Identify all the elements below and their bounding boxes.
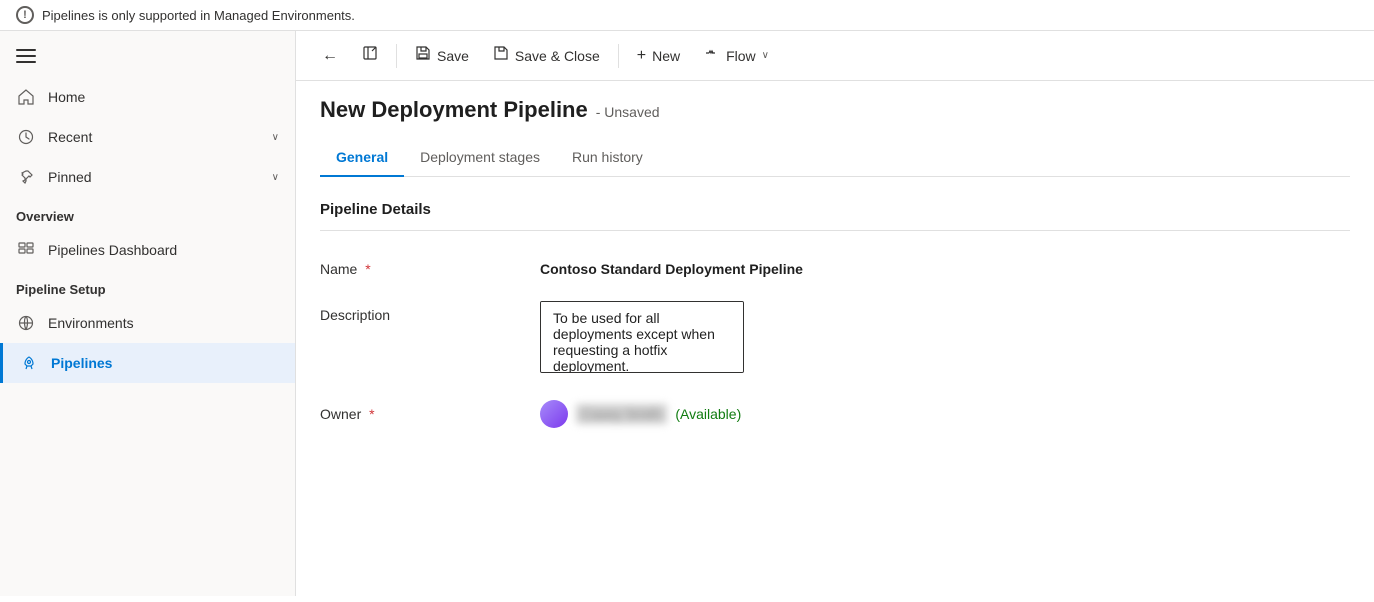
description-field: Description — [320, 301, 1350, 376]
flow-chevron-icon: ∨ — [762, 50, 769, 61]
top-banner: ! Pipelines is only supported in Managed… — [0, 0, 1374, 31]
owner-field: Owner * Casey Smith (Available) — [320, 400, 1350, 428]
sidebar-item-pinned[interactable]: Pinned ∨ — [0, 157, 295, 197]
owner-avatar — [540, 400, 568, 428]
pin-icon — [16, 167, 36, 187]
toolbar-divider-1 — [396, 44, 397, 68]
hamburger-button[interactable] — [0, 39, 295, 73]
new-button[interactable]: + New — [627, 41, 690, 71]
save-close-button[interactable]: Save & Close — [483, 39, 610, 72]
save-close-icon — [493, 45, 509, 66]
toolbar: ← Save — [296, 31, 1374, 81]
hamburger-icon — [16, 49, 36, 63]
back-icon: ← — [322, 47, 338, 65]
setup-header: Pipeline Setup — [0, 270, 295, 303]
pipelines-label: Pipelines — [51, 355, 112, 371]
name-value: Contoso Standard Deployment Pipeline — [540, 255, 1350, 277]
environments-label: Environments — [48, 315, 134, 331]
form-divider — [320, 230, 1350, 231]
page-header: New Deployment Pipeline - Unsaved Genera… — [296, 81, 1374, 177]
clock-icon — [16, 127, 36, 147]
back-button[interactable]: ← — [312, 41, 348, 71]
description-textarea-wrapper — [540, 301, 1350, 376]
sidebar-item-recent[interactable]: Recent ∨ — [0, 117, 295, 157]
dashboard-icon — [16, 240, 36, 260]
sidebar-item-environments[interactable]: Environments — [0, 303, 295, 343]
recent-chevron-icon: ∨ — [272, 132, 279, 143]
tab-general[interactable]: General — [320, 139, 404, 177]
page-title-row: New Deployment Pipeline - Unsaved — [320, 97, 1350, 123]
main-content: ← Save — [296, 31, 1374, 596]
description-textarea[interactable] — [540, 301, 744, 373]
save-label: Save — [437, 48, 469, 64]
sidebar: Home Recent ∨ — [0, 31, 296, 596]
recent-label: Recent — [48, 129, 92, 145]
pinned-chevron-icon: ∨ — [272, 172, 279, 183]
page-title: New Deployment Pipeline — [320, 97, 588, 123]
save-button[interactable]: Save — [405, 39, 479, 72]
tab-run-history[interactable]: Run history — [556, 139, 659, 177]
info-icon: ! — [16, 6, 34, 24]
owner-required-indicator: * — [369, 406, 374, 422]
save-close-label: Save & Close — [515, 48, 600, 64]
section-title: Pipeline Details — [320, 201, 1350, 218]
banner-message: Pipelines is only supported in Managed E… — [42, 8, 355, 23]
owner-name: Casey Smith — [576, 404, 667, 424]
open-icon — [362, 45, 378, 66]
owner-status: (Available) — [675, 406, 741, 422]
flow-icon — [704, 45, 720, 66]
home-icon — [16, 87, 36, 107]
save-icon — [415, 45, 431, 66]
home-label: Home — [48, 89, 85, 105]
pinned-label: Pinned — [48, 169, 92, 185]
rocket-icon — [19, 353, 39, 373]
flow-button[interactable]: Flow ∨ — [694, 39, 779, 72]
sidebar-item-home[interactable]: Home — [0, 77, 295, 117]
form-section: Pipeline Details Name * Contoso Standard… — [296, 177, 1374, 476]
flow-label: Flow — [726, 48, 756, 64]
new-icon: + — [637, 47, 646, 65]
pipelines-dashboard-label: Pipelines Dashboard — [48, 242, 177, 258]
sidebar-item-pipelines-dashboard[interactable]: Pipelines Dashboard — [0, 230, 295, 270]
name-label: Name * — [320, 255, 540, 277]
overview-header: Overview — [0, 197, 295, 230]
description-label: Description — [320, 301, 540, 323]
open-button[interactable] — [352, 39, 388, 72]
owner-label: Owner * — [320, 400, 540, 422]
page-subtitle: - Unsaved — [596, 104, 660, 120]
tabs-row: General Deployment stages Run history — [320, 139, 1350, 177]
owner-row: Casey Smith (Available) — [540, 400, 741, 428]
sidebar-item-pipelines[interactable]: Pipelines — [0, 343, 295, 383]
name-required-indicator: * — [365, 261, 370, 277]
tab-deployment-stages[interactable]: Deployment stages — [404, 139, 556, 177]
toolbar-divider-2 — [618, 44, 619, 68]
name-field: Name * Contoso Standard Deployment Pipel… — [320, 255, 1350, 277]
new-label: New — [652, 48, 680, 64]
globe-icon — [16, 313, 36, 333]
